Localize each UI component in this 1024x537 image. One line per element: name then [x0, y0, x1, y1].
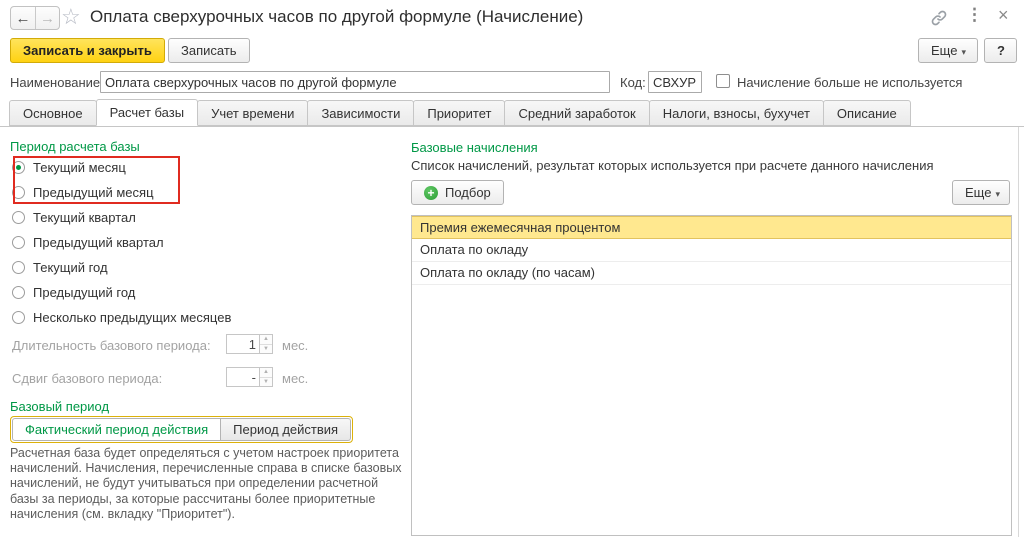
- chevron-down-icon: ▾: [961, 47, 966, 57]
- duration-label: Длительность базового периода:: [12, 338, 211, 353]
- pick-label: Подбор: [445, 185, 491, 200]
- period-group-title: Период расчета базы: [10, 139, 140, 154]
- more-button-toolbar[interactable]: Еще ▾: [918, 38, 978, 63]
- spinner-buttons[interactable]: ▲▼: [260, 334, 273, 354]
- tab-sredniy-zarabotok[interactable]: Средний заработок: [504, 100, 649, 126]
- radio-current-quarter[interactable]: Текущий квартал: [12, 205, 231, 230]
- spinner-buttons[interactable]: ▲▼: [260, 367, 273, 387]
- radio-icon: [12, 311, 25, 324]
- tab-uchet-vremeni[interactable]: Учет времени: [197, 100, 308, 126]
- more-button-list[interactable]: Еще ▾: [952, 180, 1010, 205]
- more-menu-icon[interactable]: ⋮: [966, 5, 983, 25]
- tab-osnovnoe[interactable]: Основное: [9, 100, 97, 126]
- save-and-close-button[interactable]: Записать и закрыть: [10, 38, 165, 63]
- spin-up-icon[interactable]: ▲: [260, 368, 272, 378]
- list-item[interactable]: Премия ежемесячная процентом: [412, 216, 1011, 239]
- radio-icon: [12, 286, 25, 299]
- base-period-toggle: Фактический период действия Период дейст…: [10, 416, 353, 443]
- tab-raschet-bazy[interactable]: Расчет базы: [96, 99, 199, 126]
- priority-note-text: Расчетная база будет определяться с учет…: [10, 446, 404, 522]
- forward-icon[interactable]: →: [35, 7, 59, 29]
- base-period-title: Базовый период: [10, 399, 109, 414]
- tab-zavisimosti[interactable]: Зависимости: [307, 100, 414, 126]
- tab-content: Период расчета базы Текущий месяц Предыд…: [0, 127, 1024, 537]
- tab-prioritet[interactable]: Приоритет: [413, 100, 505, 126]
- radio-icon: [12, 236, 25, 249]
- radio-icon: [12, 161, 25, 174]
- radio-several-previous-months[interactable]: Несколько предыдущих месяцев: [12, 305, 231, 330]
- shift-unit: мес.: [282, 371, 308, 386]
- radio-label: Текущий месяц: [33, 160, 126, 175]
- list-item[interactable]: Оплата по окладу: [412, 239, 1011, 262]
- tab-strip: Основное Расчет базы Учет времени Зависи…: [0, 100, 1024, 127]
- radio-current-year[interactable]: Текущий год: [12, 255, 231, 280]
- history-nav: ← →: [10, 6, 60, 30]
- spin-down-icon[interactable]: ▼: [260, 378, 272, 387]
- list-item[interactable]: Оплата по окладу (по часам): [412, 262, 1011, 285]
- more-label: Еще: [965, 185, 991, 200]
- radio-label: Текущий год: [33, 260, 108, 275]
- toggle-actual-period[interactable]: Фактический период действия: [12, 418, 221, 441]
- window-edge-divider: [1018, 127, 1019, 537]
- close-icon[interactable]: ×: [998, 5, 1009, 26]
- base-accruals-subtitle: Список начислений, результат которых исп…: [411, 158, 934, 173]
- help-button[interactable]: ?: [984, 38, 1017, 63]
- radio-icon: [12, 211, 25, 224]
- radio-label: Предыдущий квартал: [33, 235, 164, 250]
- radio-icon: [12, 186, 25, 199]
- radio-previous-month[interactable]: Предыдущий месяц: [12, 180, 231, 205]
- shift-stepper[interactable]: ▲▼: [226, 367, 273, 387]
- code-field-label: Код:: [620, 75, 646, 90]
- duration-unit: мес.: [282, 338, 308, 353]
- radio-previous-quarter[interactable]: Предыдущий квартал: [12, 230, 231, 255]
- toggle-period[interactable]: Период действия: [221, 418, 351, 441]
- inactive-checkbox[interactable]: [716, 74, 730, 88]
- radio-icon: [12, 261, 25, 274]
- radio-current-month[interactable]: Текущий месяц: [12, 155, 231, 180]
- radio-label: Несколько предыдущих месяцев: [33, 310, 231, 325]
- radio-label: Предыдущий год: [33, 285, 135, 300]
- plus-icon: +: [424, 186, 438, 200]
- link-icon[interactable]: [930, 9, 948, 32]
- name-field-label: Наименование:: [10, 75, 104, 90]
- base-accruals-list: Премия ежемесячная процентом Оплата по о…: [411, 215, 1012, 536]
- inactive-checkbox-label: Начисление больше не используется: [737, 75, 962, 90]
- code-input[interactable]: [648, 71, 702, 93]
- back-icon[interactable]: ←: [11, 7, 35, 29]
- page-title: Оплата сверхурочных часов по другой форм…: [90, 7, 583, 27]
- spin-down-icon[interactable]: ▼: [260, 345, 272, 354]
- favorite-star-icon[interactable]: ☆: [61, 4, 81, 30]
- radio-label: Текущий квартал: [33, 210, 136, 225]
- base-accruals-title: Базовые начисления: [411, 140, 538, 155]
- tab-nalogi[interactable]: Налоги, взносы, бухучет: [649, 100, 824, 126]
- tab-opisanie[interactable]: Описание: [823, 100, 911, 126]
- radio-previous-year[interactable]: Предыдущий год: [12, 280, 231, 305]
- radio-label: Предыдущий месяц: [33, 185, 154, 200]
- spin-up-icon[interactable]: ▲: [260, 335, 272, 345]
- name-input[interactable]: [100, 71, 610, 93]
- save-button[interactable]: Записать: [168, 38, 250, 63]
- more-label: Еще: [931, 43, 957, 58]
- period-radio-group: Текущий месяц Предыдущий месяц Текущий к…: [12, 155, 231, 330]
- shift-input[interactable]: [226, 367, 260, 387]
- shift-label: Сдвиг базового периода:: [12, 371, 162, 386]
- duration-stepper[interactable]: ▲▼: [226, 334, 273, 354]
- pick-button[interactable]: + Подбор: [411, 180, 504, 205]
- chevron-down-icon: ▾: [995, 189, 1000, 199]
- duration-input[interactable]: [226, 334, 260, 354]
